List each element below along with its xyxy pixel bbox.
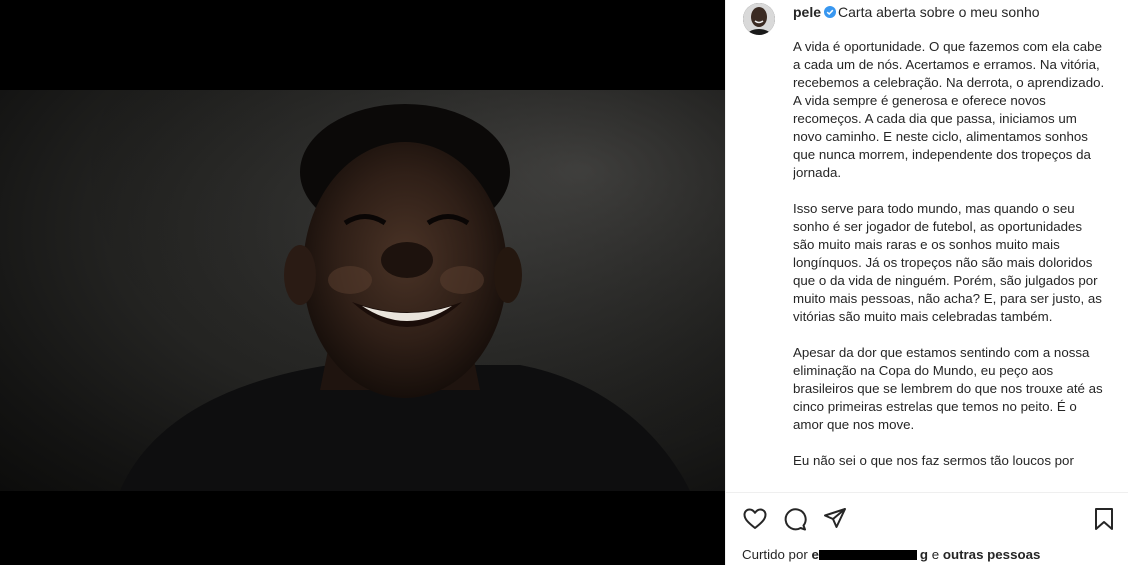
likes-summary: Curtido por eg e outras pessoas	[742, 546, 1040, 564]
caption-paragraph-2: Isso serve para todo mundo, mas quando o…	[793, 201, 1102, 324]
liker-username[interactable]: eg	[811, 547, 928, 562]
verified-badge-icon	[824, 6, 837, 18]
redaction-bar	[818, 550, 917, 560]
post-side-panel: pele Carta aberta sobre o meu sonho A vid…	[725, 0, 1128, 565]
post-header: pele Carta aberta sobre o meu sonho	[743, 3, 1040, 35]
caption-title: Carta aberta sobre o meu sonho	[838, 4, 1040, 20]
likes-prefix: Curtido por	[742, 547, 808, 562]
others-link[interactable]: outras pessoas	[943, 547, 1041, 562]
heart-outline-icon[interactable]	[742, 506, 768, 532]
avatar-image	[743, 3, 775, 35]
caption-paragraph-3: Apesar da dor que estamos sentindo com a…	[793, 345, 1103, 432]
caption-paragraph-4: Eu não sei o que nos faz sermos tão louc…	[793, 453, 1074, 468]
caption-paragraph-1: A vida é oportunidade. O que fazemos com…	[793, 39, 1105, 180]
username-link[interactable]: pele	[793, 4, 821, 20]
caption-body[interactable]: A vida é oportunidade. O que fazemos com…	[793, 38, 1107, 488]
caption-header: pele Carta aberta sobre o meu sonho	[793, 3, 1040, 21]
action-bar	[742, 506, 1117, 532]
post-photo[interactable]	[0, 90, 725, 491]
post-media[interactable]	[0, 0, 725, 565]
avatar[interactable]	[743, 3, 775, 35]
comment-bubble-icon[interactable]	[782, 506, 808, 532]
likes-and: e	[931, 547, 940, 562]
bookmark-icon[interactable]	[1091, 506, 1117, 532]
paper-plane-icon[interactable]	[822, 506, 848, 532]
portrait-image	[0, 90, 725, 491]
divider	[726, 492, 1128, 493]
